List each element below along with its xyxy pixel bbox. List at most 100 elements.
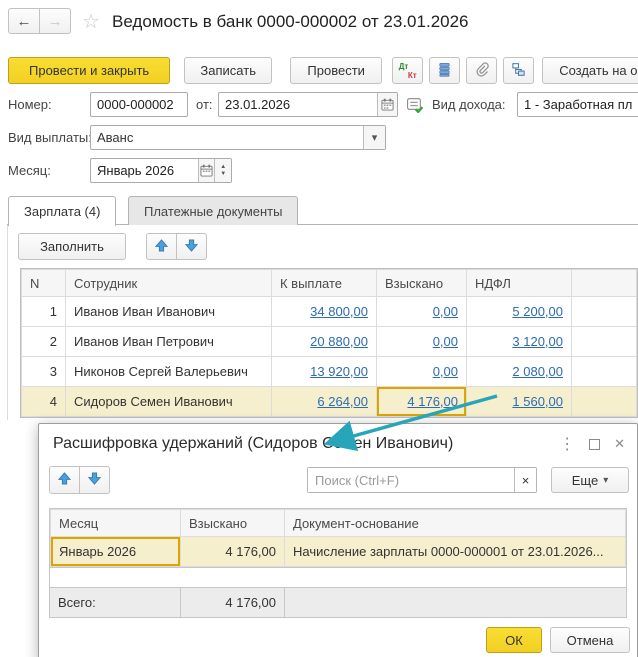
month-field[interactable]: ▲ ▼ — [90, 158, 232, 183]
employee-cell[interactable]: Сидоров Семен Иванович — [65, 386, 272, 417]
ndfl-link[interactable]: 2 080,00 — [512, 364, 563, 379]
collected-link[interactable]: 0,00 — [433, 334, 458, 349]
col-collected[interactable]: Взыскано — [376, 269, 467, 297]
ndfl-link[interactable]: 1 560,00 — [512, 394, 563, 409]
to-pay-link[interactable]: 13 920,00 — [310, 364, 368, 379]
collected-cell[interactable]: 4 176,00 — [180, 536, 285, 567]
dialog-move-down-button[interactable] — [79, 466, 110, 494]
post-and-close-button[interactable]: Провести и закрыть — [8, 57, 171, 84]
move-up-button[interactable] — [146, 233, 177, 260]
table-row[interactable]: 3 Никонов Сергей Валерьевич 13 920,00 0,… — [21, 356, 637, 387]
income-type-label: Вид дохода: — [432, 97, 506, 112]
move-up-icon — [154, 238, 169, 255]
number-input[interactable] — [91, 93, 187, 116]
employee-cell[interactable]: Никонов Сергей Валерьевич — [65, 356, 272, 387]
search-clear-icon[interactable]: × — [514, 468, 536, 492]
search-field[interactable]: × — [307, 467, 537, 493]
empty-cell — [571, 326, 637, 357]
related-documents-button[interactable] — [503, 57, 535, 84]
paperclip-icon — [474, 61, 489, 80]
reports-button[interactable] — [429, 57, 461, 84]
col-base-doc[interactable]: Документ-основание — [284, 509, 626, 537]
table-row-selected[interactable]: 4 Сидоров Семен Иванович 6 264,00 4 176,… — [21, 386, 637, 417]
related-documents-icon — [511, 62, 526, 80]
col-empty — [571, 269, 637, 297]
ndfl-link[interactable]: 5 200,00 — [512, 304, 563, 319]
table-row[interactable]: 2 Иванов Иван Петрович 20 880,00 0,00 3 … — [21, 326, 637, 357]
search-input[interactable] — [308, 468, 514, 492]
create-based-on-button[interactable]: Создать на о — [542, 57, 638, 84]
date-field[interactable] — [218, 92, 398, 117]
date-input[interactable] — [219, 93, 378, 116]
move-down-icon — [87, 472, 102, 488]
dtkt-button[interactable]: Дт Кт — [392, 57, 424, 84]
ok-button[interactable]: ОК — [486, 627, 542, 653]
document-window: ← → ☆ Ведомость в банк 0000-000002 от 23… — [0, 0, 638, 657]
write-button[interactable]: Записать — [184, 57, 273, 84]
move-down-icon — [184, 238, 199, 255]
collected-link[interactable]: 0,00 — [433, 364, 458, 379]
dialog-move-up-button[interactable] — [49, 466, 80, 494]
to-pay-link[interactable]: 34 800,00 — [310, 304, 368, 319]
number-field[interactable] — [90, 92, 188, 117]
back-icon: ← — [16, 12, 32, 30]
tab-panel-border — [7, 225, 8, 420]
ndfl-link[interactable]: 3 120,00 — [512, 334, 563, 349]
move-down-button[interactable] — [176, 233, 207, 260]
row-number: 4 — [21, 386, 66, 417]
forward-icon: → — [47, 12, 63, 30]
col-ndfl[interactable]: НДФЛ — [466, 269, 572, 297]
income-type-field[interactable] — [517, 92, 638, 117]
maximize-icon[interactable] — [589, 438, 601, 450]
kebab-menu-icon[interactable]: ⋮ — [559, 434, 575, 454]
favorite-star-icon[interactable]: ☆ — [82, 10, 100, 34]
date-label: от: — [196, 97, 213, 112]
comment-icon[interactable] — [406, 96, 424, 116]
move-up-icon — [57, 472, 72, 488]
cancel-button[interactable]: Отмена — [550, 627, 630, 653]
history-nav: ← → — [8, 8, 71, 34]
col-collected[interactable]: Взыскано — [180, 509, 285, 537]
fill-button[interactable]: Заполнить — [18, 233, 126, 260]
collected-link[interactable]: 0,00 — [433, 304, 458, 319]
dropdown-arrow-icon[interactable]: ▾ — [363, 126, 385, 149]
spin-down-icon[interactable]: ▼ — [220, 171, 226, 177]
month-input[interactable] — [91, 159, 198, 182]
selected-month-cell[interactable]: Январь 2026 — [50, 536, 181, 567]
to-pay-link[interactable]: 6 264,00 — [317, 394, 368, 409]
payment-type-field[interactable]: Аванс ▾ — [90, 125, 386, 150]
total-label: Всего: — [50, 588, 181, 617]
base-doc-cell[interactable]: Начисление зарплаты 0000-000001 от 23.01… — [284, 536, 626, 567]
to-pay-link[interactable]: 20 880,00 — [310, 334, 368, 349]
calendar-icon[interactable] — [197, 159, 215, 182]
month-spinner[interactable]: ▲ ▼ — [214, 159, 231, 182]
selected-collected-cell[interactable]: 4 176,00 — [376, 386, 467, 417]
col-to-pay[interactable]: К выплате — [271, 269, 377, 297]
withholdings-table: Месяц Взыскано Документ-основание Январь… — [49, 508, 627, 568]
page-title: Ведомость в банк 0000-000002 от 23.01.20… — [112, 12, 469, 31]
table-row-selected[interactable]: Январь 2026 4 176,00 Начисление зарплаты… — [50, 536, 626, 567]
tab-payment-documents[interactable]: Платежные документы — [128, 196, 299, 225]
employee-cell[interactable]: Иванов Иван Петрович — [65, 326, 272, 357]
table-empty-area[interactable] — [49, 565, 627, 587]
spin-up-icon[interactable]: ▲ — [220, 164, 226, 170]
calendar-icon[interactable] — [377, 93, 397, 116]
col-employee[interactable]: Сотрудник — [65, 269, 272, 297]
attachments-button[interactable] — [466, 57, 498, 84]
table-row[interactable]: 1 Иванов Иван Иванович 34 800,00 0,00 5 … — [21, 296, 637, 327]
close-icon[interactable]: ✕ — [614, 436, 625, 452]
employee-cell[interactable]: Иванов Иван Иванович — [65, 296, 272, 327]
tab-salary[interactable]: Зарплата (4) — [8, 196, 117, 226]
forward-button[interactable]: → — [39, 8, 71, 34]
withholdings-table-header[interactable]: Месяц Взыскано Документ-основание — [50, 509, 626, 537]
col-month[interactable]: Месяц — [50, 509, 181, 537]
col-n[interactable]: N — [21, 269, 66, 297]
back-button[interactable]: ← — [8, 8, 40, 34]
payment-type-value: Аванс — [97, 130, 134, 145]
income-type-input[interactable] — [518, 93, 638, 116]
more-button[interactable]: Еще ▾ — [551, 467, 629, 493]
more-button-label: Еще — [571, 472, 599, 488]
empty-cell — [571, 386, 637, 417]
salary-table-header[interactable]: N Сотрудник К выплате Взыскано НДФЛ — [21, 269, 637, 297]
post-button[interactable]: Провести — [290, 57, 383, 84]
